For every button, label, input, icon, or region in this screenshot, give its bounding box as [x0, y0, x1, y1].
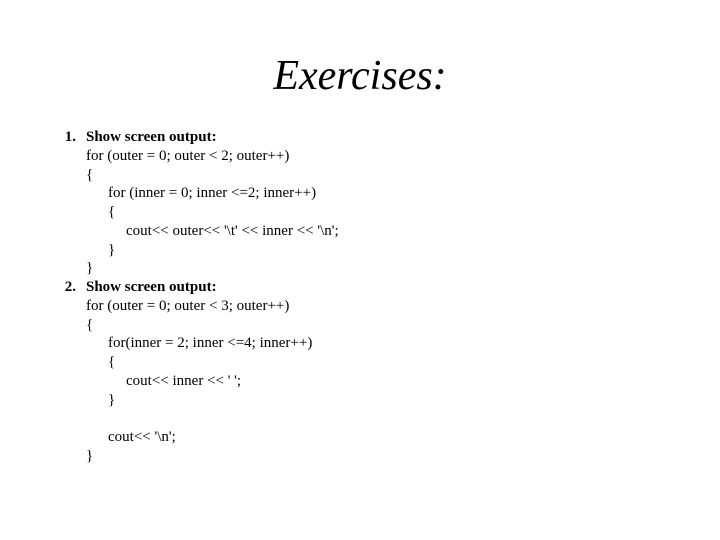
code-line: }	[86, 241, 720, 260]
code-line: }	[86, 259, 720, 278]
item-content: Show screen output: for (outer = 0; oute…	[86, 278, 720, 466]
code-line: for(inner = 2; inner <=4; inner++)	[86, 334, 720, 353]
code-line: for (inner = 0; inner <=2; inner++)	[86, 184, 720, 203]
spacer	[76, 128, 86, 278]
code-line: {	[86, 353, 720, 372]
item-number: 2.	[52, 278, 76, 466]
spacer	[76, 278, 86, 466]
item-content: Show screen output: for (outer = 0; oute…	[86, 128, 720, 278]
slide: Exercises: 1. Show screen output: for (o…	[0, 0, 720, 540]
item-heading: Show screen output:	[86, 278, 720, 297]
code-line: }	[86, 391, 720, 410]
item-number: 1.	[52, 128, 76, 278]
page-title: Exercises:	[0, 0, 720, 128]
code-line: cout<< inner << ' ';	[86, 372, 720, 391]
code-line: cout<< '\n';	[86, 428, 720, 447]
exercise-1: 1. Show screen output: for (outer = 0; o…	[52, 128, 720, 278]
code-line: {	[86, 203, 720, 222]
code-line: }	[86, 447, 720, 466]
code-line: cout<< outer<< '\t' << inner << '\n';	[86, 222, 720, 241]
code-line	[86, 409, 720, 428]
exercise-2: 2. Show screen output: for (outer = 0; o…	[52, 278, 720, 466]
code-line: {	[86, 166, 720, 185]
item-heading: Show screen output:	[86, 128, 720, 147]
code-line: for (outer = 0; outer < 3; outer++)	[86, 297, 720, 316]
code-line: {	[86, 316, 720, 335]
code-line: for (outer = 0; outer < 2; outer++)	[86, 147, 720, 166]
body: 1. Show screen output: for (outer = 0; o…	[0, 128, 720, 466]
